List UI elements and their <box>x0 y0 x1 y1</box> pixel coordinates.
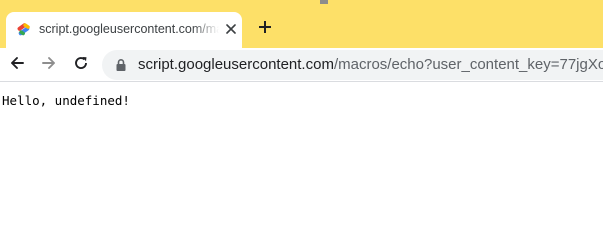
reload-button[interactable] <box>68 52 94 78</box>
new-tab-button[interactable] <box>252 16 278 42</box>
back-button[interactable] <box>4 52 30 78</box>
tab-strip: script.googleusercontent.com/macros/echo… <box>0 0 603 48</box>
back-arrow-icon <box>9 55 25 76</box>
window-drag-notch <box>320 0 328 4</box>
address-bar[interactable]: script.googleusercontent.com/macros/echo… <box>102 50 603 80</box>
forward-arrow-icon <box>41 55 57 76</box>
url-path: /macros/echo?user_content_key=77jgXoFeqb… <box>333 56 603 73</box>
page-body-text: Hello, undefined! <box>2 93 130 108</box>
lock-icon[interactable] <box>114 58 128 72</box>
url-text[interactable]: script.googleusercontent.com/macros/echo… <box>138 56 603 74</box>
plus-icon <box>258 20 272 39</box>
forward-button[interactable] <box>36 52 62 78</box>
close-icon[interactable] <box>223 21 239 37</box>
reload-icon <box>73 55 89 76</box>
tab-title: script.googleusercontent.com/macros/echo… <box>39 22 219 36</box>
browser-toolbar: script.googleusercontent.com/macros/echo… <box>0 48 603 82</box>
url-host: script.googleusercontent.com <box>138 56 334 73</box>
apps-script-icon <box>16 21 32 37</box>
active-tab[interactable]: script.googleusercontent.com/macros/echo… <box>6 12 242 48</box>
